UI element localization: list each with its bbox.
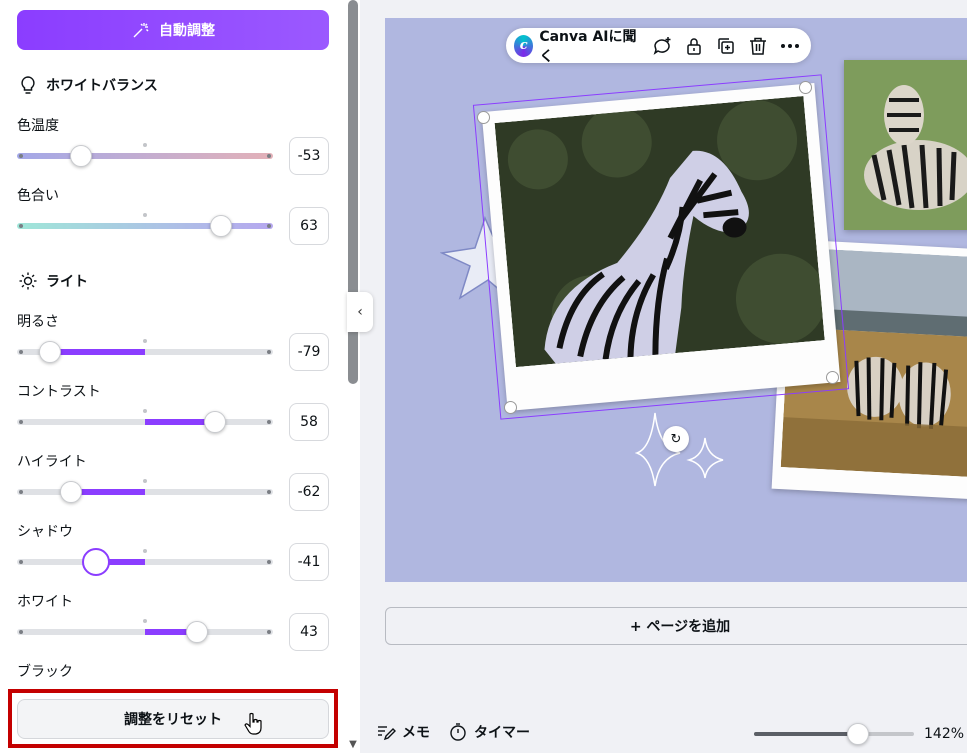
slider-label: 色合い bbox=[17, 188, 59, 204]
slider-end-mark bbox=[19, 350, 23, 354]
adjust-slider[interactable] bbox=[17, 143, 273, 167]
slider-thumb[interactable] bbox=[209, 215, 232, 237]
resize-handle-top-left[interactable] bbox=[477, 111, 490, 124]
bottom-bar: メモ タイマー bbox=[376, 722, 530, 742]
slider-label: ハイライト bbox=[17, 454, 87, 470]
slider-end-mark bbox=[19, 560, 23, 564]
auto-adjust-label: 自動調整 bbox=[159, 23, 215, 39]
slider-end-mark bbox=[267, 350, 271, 354]
light-heading: ライト bbox=[18, 271, 88, 291]
canva-ai-icon[interactable]: c bbox=[514, 34, 534, 57]
adjust-slider[interactable] bbox=[17, 619, 273, 643]
slider-thumb[interactable] bbox=[39, 341, 62, 363]
add-page-label: + ページを追加 bbox=[629, 619, 731, 635]
memo-button[interactable]: メモ bbox=[376, 722, 430, 742]
light-title: ライト bbox=[46, 274, 88, 290]
ask-canva-ai-button[interactable]: Canva AIに聞く bbox=[539, 26, 637, 66]
slider-value-input[interactable]: -79 bbox=[289, 333, 329, 371]
lightbulb-icon bbox=[21, 76, 35, 94]
slider-label: シャドウ bbox=[17, 524, 73, 540]
slider-label: ホワイト bbox=[17, 594, 73, 610]
notes-pencil-icon bbox=[378, 726, 396, 741]
hand-cursor-icon bbox=[244, 712, 262, 735]
selected-photo-group[interactable] bbox=[472, 74, 850, 420]
slider-end-mark bbox=[19, 630, 23, 634]
slider-center-mark bbox=[143, 143, 147, 147]
timer-button[interactable]: タイマー bbox=[448, 722, 530, 742]
timer-label: タイマー bbox=[474, 725, 530, 741]
adjust-panel: 自動調整 ホワイトバランス ライト ブラック 調整をリセット 色温度 -53 色合い… bbox=[0, 0, 346, 753]
adjust-slider[interactable] bbox=[17, 548, 273, 576]
slider-thumb[interactable] bbox=[185, 621, 208, 643]
resize-handle-bottom-left[interactable] bbox=[504, 401, 517, 414]
zoom-slider[interactable] bbox=[754, 723, 914, 745]
slider-value-input[interactable]: 58 bbox=[289, 403, 329, 441]
more-icon[interactable] bbox=[779, 35, 801, 57]
duplicate-icon[interactable] bbox=[715, 35, 737, 57]
slider-thumb[interactable] bbox=[203, 411, 226, 433]
collapse-panel-button[interactable]: ‹ bbox=[347, 292, 373, 332]
slider-end-mark bbox=[267, 154, 271, 158]
reset-adjustments-button[interactable]: 調整をリセット bbox=[17, 699, 329, 739]
slider-end-mark bbox=[19, 490, 23, 494]
slider-value-input[interactable]: 43 bbox=[289, 613, 329, 651]
auto-adjust-button[interactable]: 自動調整 bbox=[17, 10, 329, 50]
slider-label: 明るさ bbox=[17, 314, 59, 330]
white-balance-title: ホワイトバランス bbox=[46, 78, 158, 94]
slider-value-input[interactable]: -62 bbox=[289, 473, 329, 511]
white-balance-heading: ホワイトバランス bbox=[18, 75, 158, 95]
adjust-slider[interactable] bbox=[17, 213, 273, 237]
add-page-button[interactable]: + ページを追加 bbox=[385, 607, 967, 645]
chevron-left-icon: ‹ bbox=[357, 304, 363, 320]
element-toolbar: c Canva AIに聞く bbox=[506, 26, 811, 66]
slider-thumb[interactable] bbox=[81, 548, 110, 576]
slider-value-input[interactable]: 63 bbox=[289, 207, 329, 245]
photo-zebra-lying[interactable] bbox=[844, 60, 967, 230]
resize-handle-bottom-right[interactable] bbox=[826, 371, 839, 384]
slider-thumb[interactable] bbox=[59, 481, 82, 503]
slider-end-mark bbox=[267, 420, 271, 424]
slider-center-mark bbox=[143, 549, 147, 553]
comment-add-icon[interactable] bbox=[651, 35, 673, 57]
trash-icon[interactable] bbox=[747, 35, 769, 57]
slider-center-mark bbox=[143, 479, 147, 483]
slider-fill bbox=[50, 349, 145, 355]
slider-center-mark bbox=[143, 409, 147, 413]
adjust-slider[interactable] bbox=[17, 409, 273, 433]
slider-thumb[interactable] bbox=[70, 145, 93, 167]
selection-frame bbox=[472, 74, 850, 420]
slider-end-mark bbox=[267, 224, 271, 228]
resize-handle-top-right[interactable] bbox=[799, 81, 812, 94]
zoom-level[interactable]: 142% bbox=[924, 726, 964, 742]
slider-label: コントラスト bbox=[17, 384, 101, 400]
slider-value-input[interactable]: -53 bbox=[289, 137, 329, 175]
zebra-lying-image bbox=[844, 60, 967, 230]
panel-scrollbar[interactable]: ▼ bbox=[346, 0, 360, 753]
lock-icon[interactable] bbox=[683, 35, 705, 57]
rotate-handle-icon[interactable]: ↻ bbox=[663, 426, 689, 452]
slider-end-mark bbox=[267, 560, 271, 564]
zoom-slider-thumb[interactable] bbox=[847, 723, 869, 745]
memo-label: メモ bbox=[402, 725, 430, 741]
slider-end-mark bbox=[267, 630, 271, 634]
reset-label: 調整をリセット bbox=[124, 712, 222, 728]
slider-center-mark bbox=[143, 619, 147, 623]
timer-icon bbox=[450, 723, 466, 741]
slider-end-mark bbox=[19, 224, 23, 228]
zoom-slider-fill bbox=[754, 732, 858, 736]
slider-label: 色温度 bbox=[17, 118, 59, 134]
scroll-down-arrow-icon[interactable]: ▼ bbox=[348, 740, 358, 750]
magic-wand-icon bbox=[133, 23, 149, 38]
slider-fill bbox=[70, 489, 145, 495]
sun-icon bbox=[19, 272, 37, 290]
slider-center-mark bbox=[143, 213, 147, 217]
blacks-label: ブラック bbox=[17, 664, 73, 680]
adjust-slider[interactable] bbox=[17, 339, 273, 363]
slider-center-mark bbox=[143, 339, 147, 343]
slider-value-input[interactable]: -41 bbox=[289, 543, 329, 581]
slider-end-mark bbox=[267, 490, 271, 494]
slider-end-mark bbox=[19, 154, 23, 158]
slider-end-mark bbox=[19, 420, 23, 424]
adjust-slider[interactable] bbox=[17, 479, 273, 503]
